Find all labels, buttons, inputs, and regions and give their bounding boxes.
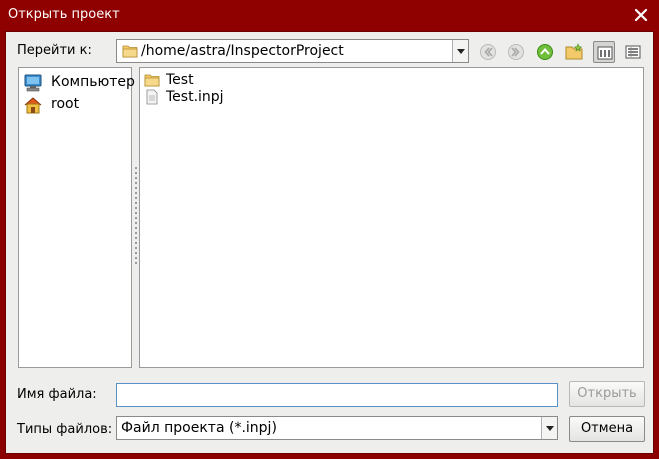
sidebar-item-label: Компьютер (51, 74, 135, 90)
open-project-dialog: Открыть проект Перейти к: /home/astra/In… (0, 0, 659, 459)
window-title: Открыть проект (8, 7, 120, 22)
computer-icon (24, 74, 42, 92)
filetype-combo[interactable]: Файл проекта (*.inpj) (116, 416, 558, 440)
filetype-selected: Файл проекта (*.inpj) (121, 420, 277, 436)
file-name: Test.inpj (166, 89, 224, 105)
forward-icon[interactable] (505, 41, 527, 63)
chevron-down-icon[interactable] (541, 417, 557, 439)
folder-icon (122, 43, 138, 59)
new-folder-icon[interactable] (563, 41, 585, 63)
path-text: /home/astra/InspectorProject (141, 43, 344, 59)
file-name: Test (166, 72, 194, 88)
dialog-body: Перейти к: /home/astra/InspectorProject (5, 31, 654, 454)
detail-view-icon[interactable] (622, 41, 644, 63)
file-list[interactable]: Test Test.inpj (139, 67, 644, 368)
close-icon[interactable] (631, 5, 651, 25)
look-in-label: Перейти к: (17, 43, 92, 58)
file-icon (146, 89, 158, 105)
title-bar[interactable]: Открыть проект (0, 0, 659, 31)
list-view-icon[interactable] (593, 41, 615, 63)
filename-input[interactable] (116, 383, 558, 407)
path-combo[interactable]: /home/astra/InspectorProject (116, 39, 469, 63)
back-icon[interactable] (477, 41, 499, 63)
up-icon[interactable] (534, 41, 556, 63)
places-sidebar[interactable]: Компьютер root (18, 67, 135, 368)
open-button[interactable]: Открыть (569, 381, 645, 407)
home-icon (24, 97, 42, 114)
cancel-button[interactable]: Отмена (569, 416, 645, 442)
filetype-label: Типы файлов: (17, 422, 113, 437)
folder-icon (144, 74, 160, 87)
chevron-down-icon[interactable] (452, 40, 468, 62)
filename-label: Имя файла: (17, 387, 97, 402)
sidebar-item-label: root (51, 96, 80, 112)
